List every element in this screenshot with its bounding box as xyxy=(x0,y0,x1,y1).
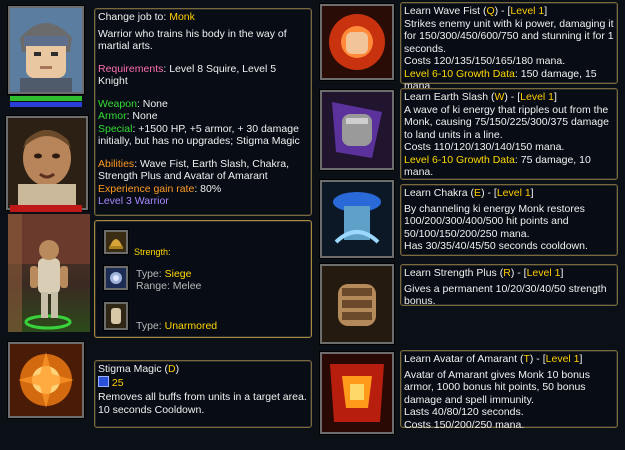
armor-type-value: Unarmored xyxy=(164,320,218,332)
skill-costs: Costs 120/135/150/165/180 mana. xyxy=(404,55,566,67)
attack-type-label: Type: xyxy=(136,268,165,280)
armor-label: Armor xyxy=(98,110,127,122)
strength-plus-icon[interactable] xyxy=(320,264,394,344)
avatar-of-amarant-icon[interactable] xyxy=(320,352,394,434)
health-bar xyxy=(10,96,82,101)
skill-level: Level 1 xyxy=(545,353,580,365)
stigma-tooltip: Stigma Magic (D) 25 Removes all buffs fr… xyxy=(94,360,312,428)
skill-title: Learn Wave Fist ( xyxy=(404,5,487,17)
stigma-title: Stigma Magic ( xyxy=(98,363,169,375)
abilities-label: Abilities xyxy=(98,157,135,170)
skill-title-end: ] xyxy=(530,187,534,199)
chakra-icon[interactable] xyxy=(320,180,394,258)
earth-slash-icon[interactable] xyxy=(320,90,394,170)
level-text: Level 3 Warrior xyxy=(98,195,169,207)
wave-fist-icon[interactable] xyxy=(320,4,394,80)
stigma-title-end: ) xyxy=(175,363,180,375)
earth-slash-tooltip: Learn Earth Slash (W) - [Level 1] A wave… xyxy=(400,88,618,180)
strength-plus-tooltip: Learn Strength Plus (R) - [Level 1] Give… xyxy=(400,264,618,308)
skill-title-mid: ) - [ xyxy=(510,267,527,279)
skill-level: Level 1 xyxy=(526,267,561,279)
armor-type-label: Type: xyxy=(136,320,165,332)
armor-value: : None xyxy=(126,110,158,122)
range-text: Range: Melee xyxy=(136,280,202,292)
monk-face-portrait-icon xyxy=(6,116,88,210)
skill-title: Learn Strength Plus ( xyxy=(404,267,504,279)
warcraft-job-tooltip-screen: { "job": { "change_label": "Change job t… xyxy=(0,0,625,450)
portrait-red-bar xyxy=(10,205,82,212)
skill-level: Level 1 xyxy=(520,91,554,103)
weapon-value: : None xyxy=(136,97,168,110)
growth-label: Level 6-10 Growth Data xyxy=(404,67,515,80)
job-description: Warrior who trains his body in the way o… xyxy=(98,27,287,53)
requirements-label: Requirements xyxy=(98,62,164,75)
skill-costs: Costs 110/120/130/140/150 mana. xyxy=(404,141,565,153)
special-label: Special xyxy=(98,122,133,135)
skill-hotkey: E xyxy=(474,187,482,199)
unarmored-armor-icon xyxy=(104,302,128,330)
stigma-description: Removes all buffs from units in a target… xyxy=(98,391,307,403)
xp-rate-label: Experience gain rate xyxy=(98,182,195,195)
chakra-tooltip: Learn Chakra (E) - [Level 1] By channeli… xyxy=(400,184,618,256)
skill-title-mid: ) - [ xyxy=(504,91,521,103)
weapon-label: Weapon xyxy=(98,97,137,110)
skill-hotkey: Q xyxy=(486,5,495,17)
monk-unit-model-icon xyxy=(8,214,90,332)
change-job-label: Change job to: xyxy=(98,11,170,23)
skill-duration: Lasts 40/80/120 seconds. xyxy=(404,406,524,418)
strength-label: Strength: xyxy=(134,247,171,257)
job-tooltip: Change job to: Monk Warrior who trains h… xyxy=(94,8,312,216)
attack-type-value: Siege xyxy=(164,268,192,280)
stigma-cooldown: 10 seconds Cooldown. xyxy=(98,403,205,416)
growth-label: Level 6-10 Growth Data xyxy=(404,153,515,166)
skill-costs: Costs 150/200/250 mana. xyxy=(404,418,525,431)
skill-description: Strikes enemy unit with ki power, damagi… xyxy=(404,17,614,55)
skill-title-end: ] xyxy=(544,5,548,17)
wave-fist-tooltip: Learn Wave Fist (Q) - [Level 1] Strikes … xyxy=(400,2,618,92)
skill-title: Learn Chakra ( xyxy=(404,187,475,199)
mana-cost-icon xyxy=(98,375,109,387)
skill-cooldown: Has 30/35/40/45/50 seconds cooldown. xyxy=(404,240,588,252)
job-name: Monk xyxy=(169,11,195,23)
skill-level: Level 1 xyxy=(510,5,545,17)
skill-title-mid: ) - [ xyxy=(494,5,511,17)
pixel-hero-portrait-icon[interactable] xyxy=(8,6,84,94)
skill-description: By channeling ki energy Monk restores 10… xyxy=(404,202,585,240)
avatar-tooltip: Learn Avatar of Amarant (T) - [Level 1] … xyxy=(400,350,618,431)
siege-fist-icon xyxy=(104,266,128,290)
skill-title-mid: ) - [ xyxy=(481,187,497,199)
skill-title-end: ] xyxy=(579,353,583,365)
stigma-magic-icon[interactable] xyxy=(8,342,84,418)
strength-helmet-icon xyxy=(104,230,128,254)
stigma-hotkey: D xyxy=(168,363,176,375)
skill-hotkey: R xyxy=(503,267,511,279)
skill-title-end: ] xyxy=(554,91,557,103)
skill-title-end: ] xyxy=(560,267,564,279)
skill-description: Gives a permanent 10/20/30/40/50 strengt… xyxy=(404,282,607,308)
skill-level: Level 1 xyxy=(496,187,531,199)
skill-hotkey: W xyxy=(494,91,505,103)
stigma-cost: 25 xyxy=(111,376,124,389)
mana-bar xyxy=(10,102,82,107)
xp-rate-value: : 80% xyxy=(194,182,222,195)
skill-title: Learn Earth Slash ( xyxy=(404,91,495,103)
skill-description: Avatar of Amarant gives Monk 10 bonus ar… xyxy=(404,368,590,406)
skill-title-mid: ) - [ xyxy=(529,353,546,365)
skill-description: A wave of ki energy that ripples out fro… xyxy=(404,103,609,141)
skill-title: Learn Avatar of Amarant ( xyxy=(404,353,524,365)
